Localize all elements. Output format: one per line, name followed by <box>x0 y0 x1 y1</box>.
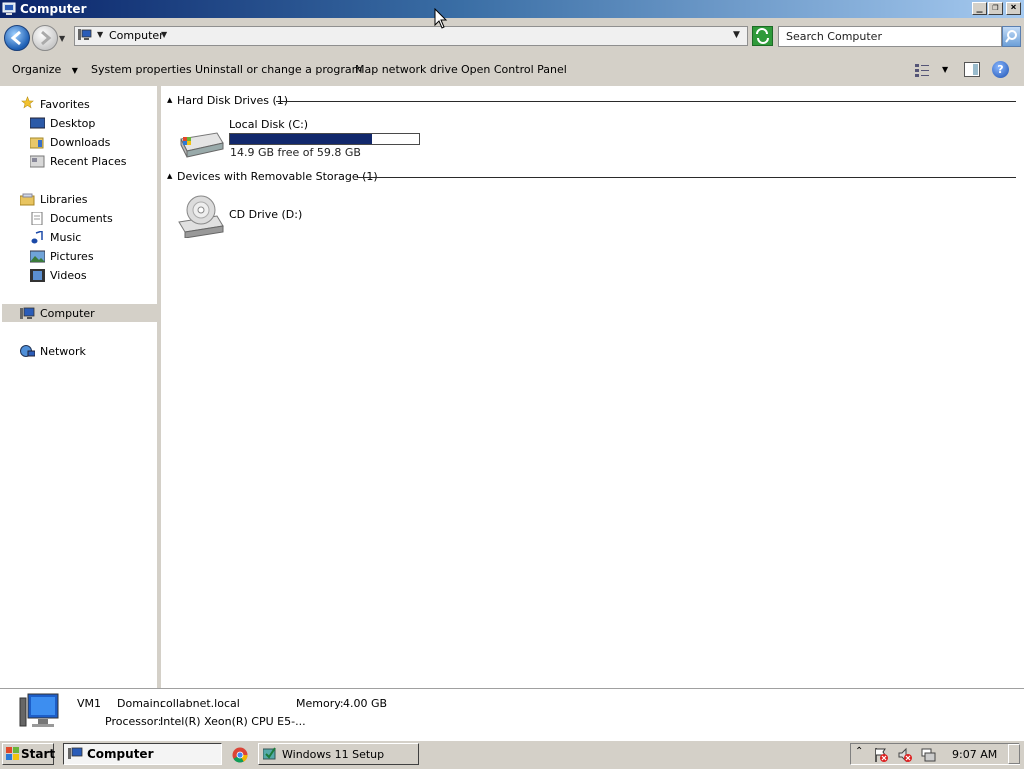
domain-label: Domain: <box>117 697 164 710</box>
open-control-panel-button[interactable]: Open Control Panel <box>461 63 567 77</box>
taskbar-item-computer[interactable]: Computer <box>63 743 222 765</box>
restore-button[interactable]: ❐ <box>988 2 1003 15</box>
recent-pages-dropdown[interactable]: ▼ <box>59 34 68 43</box>
address-bar[interactable] <box>74 26 748 46</box>
memory-value: 4.00 GB <box>343 697 388 710</box>
nav-item-documents[interactable]: Documents <box>50 212 113 226</box>
nav-item-pictures[interactable]: Pictures <box>50 250 94 264</box>
taskbar-item-label: Computer <box>87 747 154 761</box>
network-icon <box>20 345 35 357</box>
show-hidden-icons-icon[interactable]: ⌃ <box>855 746 863 757</box>
drive-c-usage-bar <box>229 133 420 145</box>
search-placeholder: Search Computer <box>786 30 882 43</box>
computer-icon <box>19 693 59 727</box>
computer-icon <box>78 29 92 40</box>
memory-label: Memory: <box>296 697 344 710</box>
processor-label: Processor: <box>105 715 162 728</box>
back-button[interactable] <box>4 25 30 51</box>
recent-places-icon <box>30 155 45 168</box>
taskbar-item-windows-11-setup[interactable]: Windows 11 Setup <box>258 743 419 765</box>
computer-icon <box>2 2 16 15</box>
search-button[interactable] <box>1002 26 1021 47</box>
forward-button[interactable] <box>32 25 58 51</box>
downloads-folder-icon <box>30 137 44 149</box>
nav-item-music[interactable]: Music <box>50 231 81 245</box>
change-view-icon[interactable] <box>914 62 930 78</box>
show-desktop-button[interactable] <box>1008 744 1020 764</box>
map-network-drive-button[interactable]: Map network drive <box>355 63 458 77</box>
preview-pane-icon[interactable] <box>964 62 980 77</box>
libraries-icon <box>20 193 35 206</box>
organize-label: Organize <box>12 63 62 76</box>
chevron-down-icon: ▼ <box>71 66 78 75</box>
view-options-dropdown[interactable]: ▼ <box>942 65 948 74</box>
refresh-button[interactable] <box>752 26 773 46</box>
nav-item-favorites[interactable]: Favorites <box>40 98 90 112</box>
drive-c-usage-fill <box>230 134 372 144</box>
volume-muted-icon[interactable] <box>897 747 913 763</box>
hard-drive-icon <box>180 132 224 158</box>
breadcrumb-chevron-icon[interactable]: ▼ <box>97 30 103 39</box>
arrow-left-icon <box>10 30 21 46</box>
group-header-hard-disk-drives[interactable]: Hard Disk Drives (1) <box>177 94 288 107</box>
drive-c-name: Local Disk (C:) <box>229 118 309 131</box>
nav-item-desktop[interactable]: Desktop <box>50 117 95 131</box>
cd-drive-icon <box>178 195 224 238</box>
action-center-flag-icon[interactable] <box>873 747 889 763</box>
windows-logo-icon <box>6 747 19 760</box>
title-bar[interactable] <box>0 0 1024 18</box>
nav-item-libraries[interactable]: Libraries <box>40 193 88 207</box>
help-icon[interactable]: ? <box>992 61 1009 78</box>
domain-value: collabnet.local <box>160 697 240 710</box>
drive-d-name: CD Drive (D:) <box>229 208 303 221</box>
nav-item-videos[interactable]: Videos <box>50 269 87 283</box>
star-icon <box>21 96 34 109</box>
system-properties-button[interactable]: System properties <box>91 63 192 77</box>
breadcrumb-computer[interactable]: Computer <box>109 29 164 42</box>
computer-name: VM1 <box>77 697 102 710</box>
drive-c-free-space: 14.9 GB free of 59.8 GB <box>230 146 361 159</box>
nav-item-downloads[interactable]: Downloads <box>50 136 110 150</box>
network-status-icon[interactable] <box>921 747 937 763</box>
pictures-icon <box>30 250 45 263</box>
arrow-right-icon <box>41 30 52 46</box>
taskbar-item-label: Windows 11 Setup <box>282 748 385 761</box>
setup-icon <box>263 747 276 760</box>
computer-icon <box>68 747 83 759</box>
nav-item-recent-places[interactable]: Recent Places <box>50 155 127 169</box>
group-divider <box>357 177 1016 178</box>
chrome-icon[interactable] <box>232 747 248 763</box>
mouse-cursor-icon <box>434 8 448 29</box>
group-divider <box>276 101 1016 102</box>
uninstall-program-button[interactable]: Uninstall or change a program <box>195 63 362 77</box>
documents-icon <box>31 212 43 225</box>
group-header-removable-storage[interactable]: Devices with Removable Storage (1) <box>177 170 378 183</box>
nav-item-network[interactable]: Network <box>40 345 86 359</box>
desktop-icon <box>30 117 45 129</box>
close-button[interactable]: × <box>1006 2 1021 15</box>
search-icon <box>1005 30 1017 43</box>
clock[interactable]: 9:07 AM <box>952 748 997 761</box>
minimize-button[interactable]: _ <box>972 2 987 15</box>
music-icon <box>31 231 43 244</box>
start-label: Start <box>21 747 56 761</box>
address-history-dropdown[interactable]: ▼ <box>733 30 740 40</box>
processor-value: Intel(R) Xeon(R) CPU E5-... <box>160 715 306 728</box>
window-title: Computer <box>20 2 87 16</box>
computer-icon <box>20 307 35 319</box>
nav-item-computer[interactable]: Computer <box>40 307 95 321</box>
videos-icon <box>30 269 45 282</box>
refresh-icon <box>756 28 769 44</box>
navigation-pane <box>0 86 160 688</box>
breadcrumb-chevron-icon[interactable]: ▼ <box>161 30 167 39</box>
collapse-triangle-icon[interactable]: ▲ <box>167 172 172 181</box>
collapse-triangle-icon[interactable]: ▲ <box>167 96 172 105</box>
organize-button[interactable]: Organize ▼ <box>12 63 78 78</box>
